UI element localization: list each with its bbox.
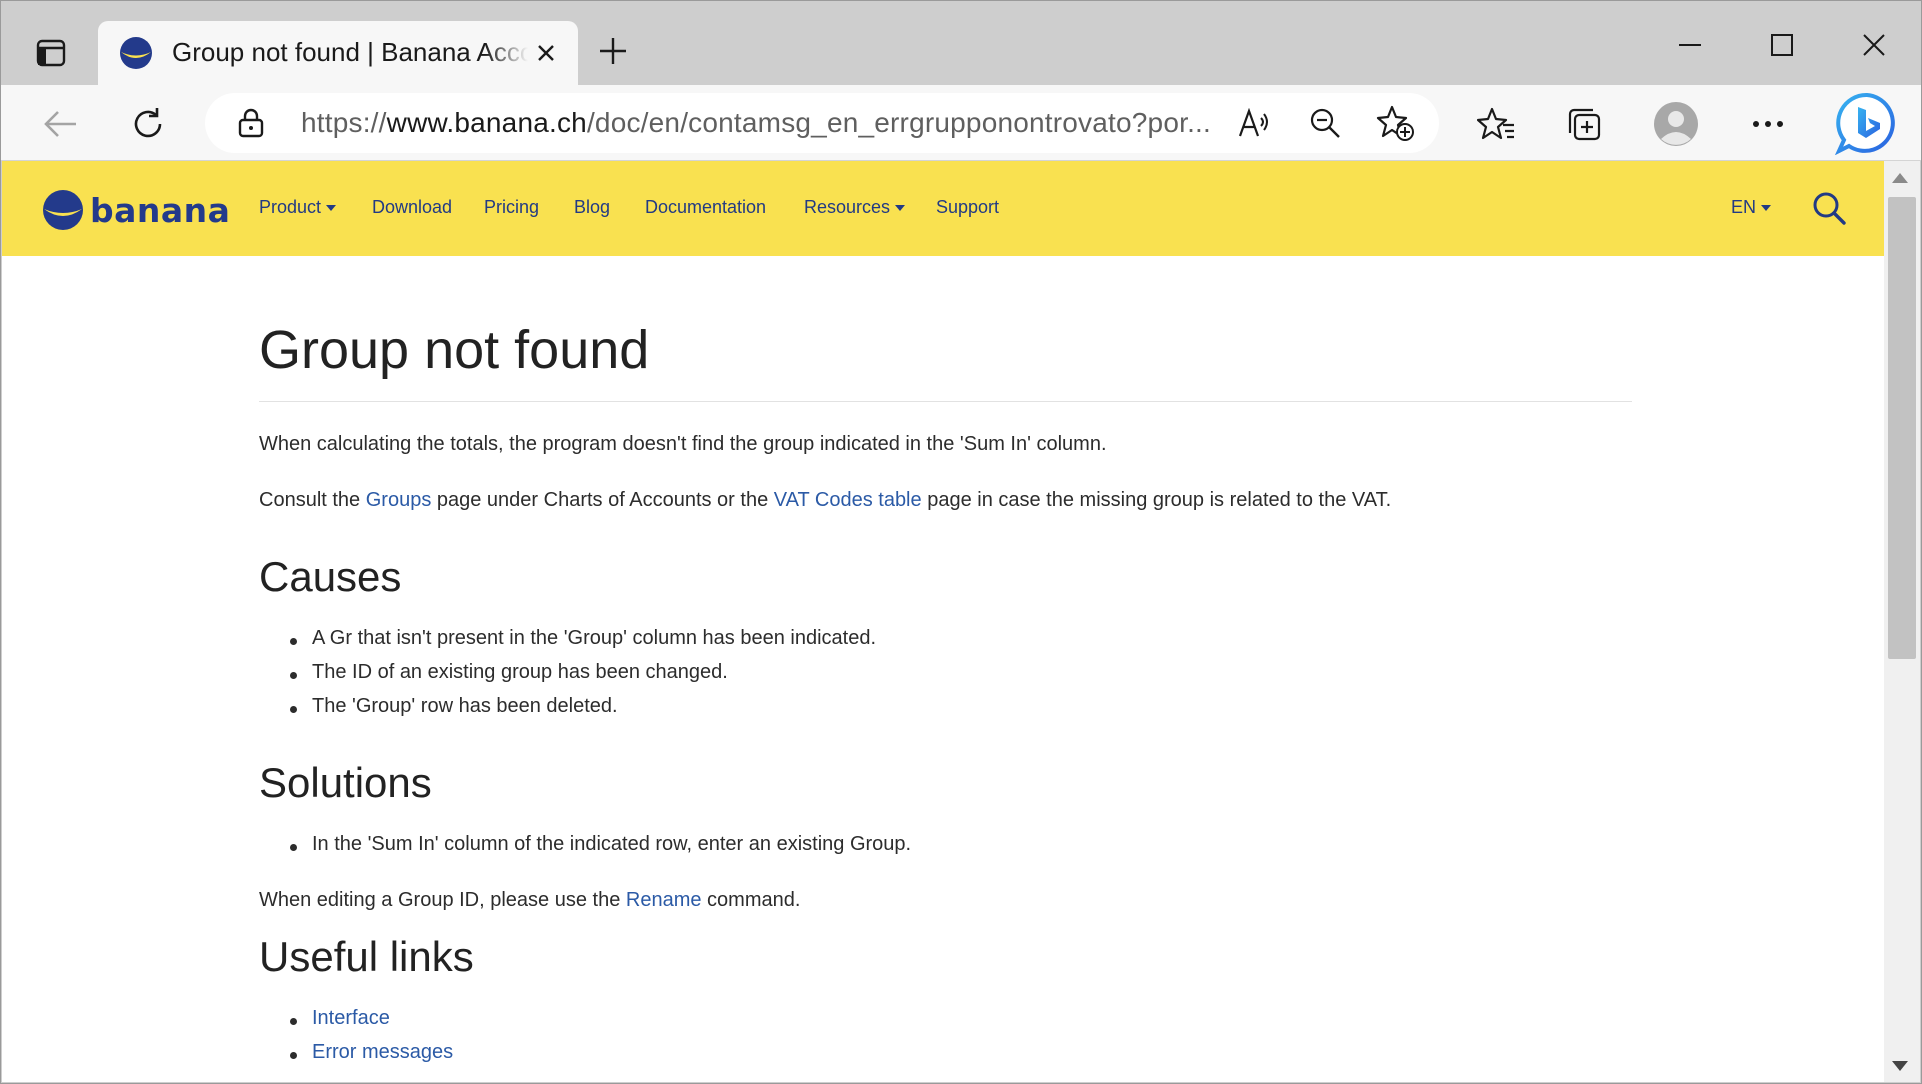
back-arrow-icon[interactable] (35, 99, 85, 149)
rename-link[interactable]: Rename (626, 889, 702, 911)
tab-title: Group not found | Banana Accounting Soft… (172, 37, 528, 67)
page-viewport: banana Product Download Pricing Blog Doc… (2, 161, 1884, 1082)
nav-download[interactable]: Download (372, 197, 452, 218)
nav-support[interactable]: Support (936, 197, 999, 218)
url-host: www.banana.ch (386, 107, 587, 138)
intro-paragraph: When calculating the totals, the program… (259, 433, 1107, 455)
rename-paragraph: When editing a Group ID, please use the … (259, 889, 801, 911)
list-item: The ID of an existing group has been cha… (290, 661, 728, 683)
banana-logo-mark (43, 190, 83, 230)
title-divider (259, 401, 1632, 402)
plus-icon[interactable] (593, 31, 633, 71)
scroll-down-arrow-icon[interactable] (1892, 1061, 1908, 1071)
groups-link[interactable]: Groups (366, 489, 432, 511)
address-bar[interactable]: https://www.banana.ch/doc/en/contamsg_en… (205, 93, 1439, 153)
more-dots-icon[interactable] (1743, 99, 1793, 149)
lock-icon[interactable] (235, 107, 267, 139)
error-messages-link[interactable]: Error messages (312, 1041, 453, 1063)
solutions-heading: Solutions (259, 759, 432, 806)
nav-documentation[interactable]: Documentation (645, 197, 766, 218)
scrollbar-thumb[interactable] (1888, 197, 1916, 659)
nav-pricing[interactable]: Pricing (484, 197, 539, 218)
active-tab[interactable]: Group not found | Banana Accounting Soft… (98, 21, 578, 85)
nav-resources[interactable]: Resources (804, 197, 905, 218)
list-item: The 'Group' row has been deleted. (290, 695, 618, 717)
close-icon[interactable] (530, 37, 562, 69)
site-navbar: banana Product Download Pricing Blog Doc… (2, 161, 1884, 256)
profile-avatar[interactable] (1651, 99, 1701, 149)
tab-actions-icon[interactable] (31, 35, 71, 71)
star-plus-icon[interactable] (1375, 103, 1415, 143)
scroll-up-arrow-icon[interactable] (1892, 173, 1908, 183)
interface-link[interactable]: Interface (312, 1007, 390, 1029)
read-aloud-icon[interactable] (1235, 103, 1275, 143)
list-item: In the 'Sum In' column of the indicated … (289, 833, 912, 855)
page-title: Group not found (259, 320, 650, 380)
logo-text: banana (90, 190, 231, 230)
useful-links-heading: Useful links (259, 933, 474, 980)
favorites-icon[interactable] (1471, 99, 1521, 149)
nav-blog[interactable]: Blog (574, 197, 610, 218)
close-window-icon[interactable] (1849, 23, 1899, 67)
nav-product[interactable]: Product (259, 197, 336, 218)
vertical-scrollbar[interactable] (1884, 161, 1920, 1082)
maximize-icon[interactable] (1757, 23, 1807, 67)
list-item: Interface (290, 1007, 390, 1030)
refresh-icon[interactable] (123, 99, 173, 149)
vat-codes-table-link[interactable]: VAT Codes table (774, 489, 922, 511)
list-item: Error messages (289, 1041, 453, 1064)
browser-toolbar: https://www.banana.ch/doc/en/contamsg_en… (1, 85, 1921, 161)
consult-paragraph: Consult the Groups page under Charts of … (259, 489, 1392, 511)
collections-icon[interactable] (1559, 99, 1609, 149)
minimize-icon[interactable] (1665, 23, 1715, 67)
bing-chat-icon[interactable] (1833, 89, 1901, 157)
tab-strip: Group not found | Banana Accounting Soft… (1, 1, 1921, 85)
zoom-out-icon[interactable] (1305, 103, 1345, 143)
banana-logo[interactable]: banana (42, 189, 230, 231)
language-selector[interactable]: EN (1731, 197, 1771, 218)
causes-heading: Causes (259, 553, 402, 600)
list-item: A Gr that isn't present in the 'Group' c… (289, 627, 877, 649)
search-icon[interactable] (1812, 191, 1846, 225)
url-text[interactable]: https://www.banana.ch/doc/en/contamsg_en… (301, 107, 1231, 139)
banana-favicon (120, 37, 152, 69)
